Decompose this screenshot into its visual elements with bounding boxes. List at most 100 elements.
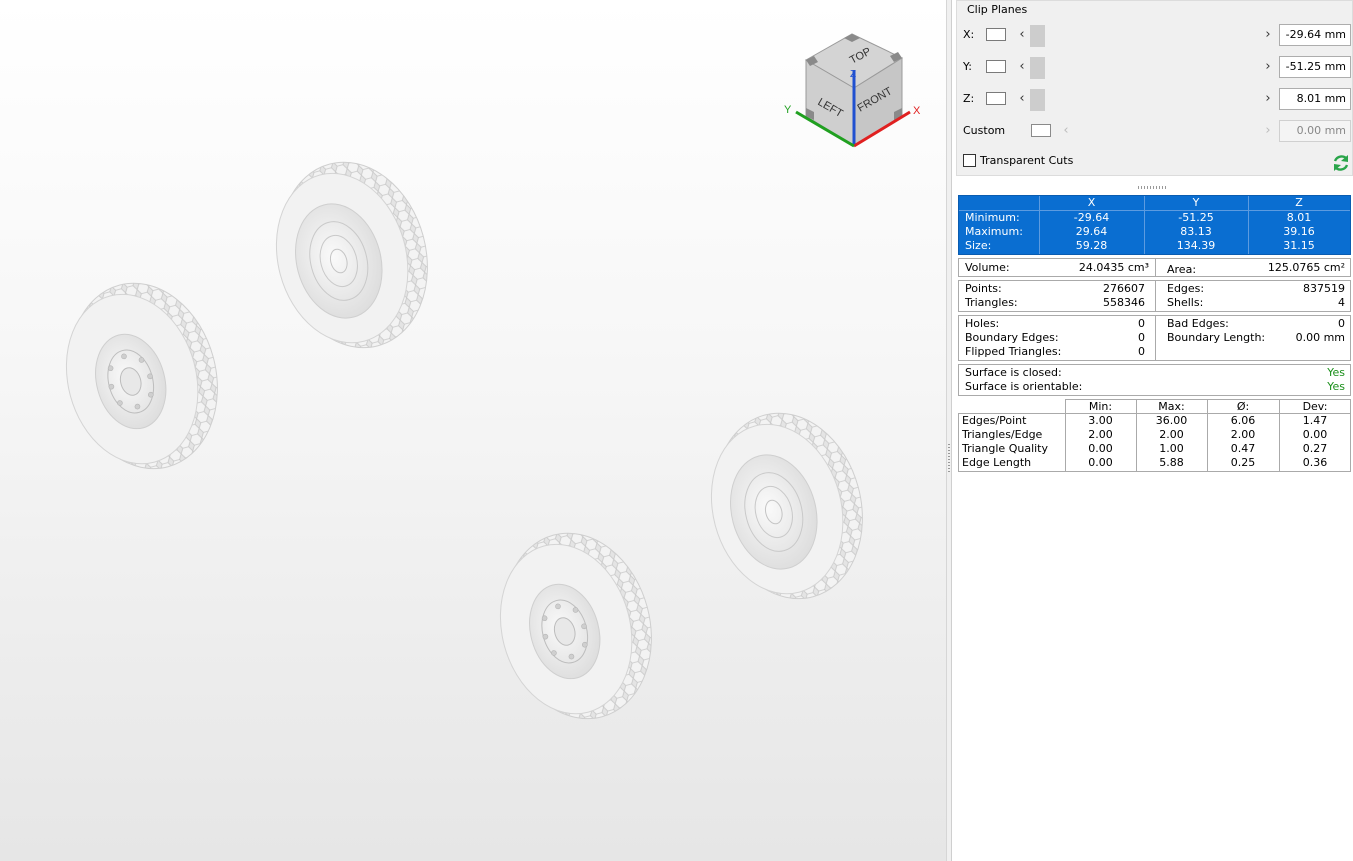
quality-header-dev: Dev: (1302, 400, 1328, 413)
clip-custom-checkbox[interactable] (1031, 124, 1051, 137)
bbox-row-label: Size: (965, 239, 992, 252)
slider-left-arrow[interactable]: ‹ (1015, 58, 1029, 76)
axis-x-label: X (913, 105, 921, 117)
boundary-length-value: 0.00 mm (1295, 331, 1345, 344)
quality-cell: 5.88 (1159, 456, 1184, 469)
bounding-box-table[interactable]: X Y Z Minimum: -29.64 -51.25 8.01 Maximu… (958, 195, 1351, 255)
bbox-cell: 134.39 (1176, 239, 1216, 252)
slider-left-arrow[interactable]: ‹ (1015, 90, 1029, 108)
bbox-cell: 39.16 (1283, 225, 1315, 238)
3d-viewport[interactable]: TOP LEFT FRONT Z X Y (0, 0, 946, 861)
quality-cell: 0.00 (1088, 456, 1113, 469)
clip-row-z: Z: ‹ › 8.01 mm (957, 88, 1353, 111)
transparent-cuts-checkbox[interactable] (963, 154, 976, 167)
surface-orientable-value: Yes (1327, 380, 1345, 393)
bbox-row-label: Maximum: (965, 225, 1023, 238)
points-label: Points: (965, 282, 1002, 295)
clip-z-value-input[interactable]: 8.01 mm (1279, 88, 1351, 110)
errors-table: Holes: 0 Boundary Edges: 0 Flipped Trian… (958, 315, 1351, 361)
quality-header-max: Max: (1158, 400, 1185, 413)
quality-cell: 0.27 (1302, 442, 1328, 455)
quality-cell: 36.00 (1155, 414, 1188, 427)
slider-right-arrow[interactable]: › (1261, 90, 1275, 108)
horizontal-splitter-grip[interactable] (1138, 186, 1168, 189)
splitter-grip (948, 444, 950, 474)
quality-row-label: Triangles/Edge (962, 428, 1043, 441)
quality-cell: 0.25 (1230, 456, 1256, 469)
surface-closed-label: Surface is closed: (965, 366, 1062, 379)
quality-cell: 0.00 (1302, 428, 1328, 441)
wheel-model (275, 161, 428, 349)
triangles-label: Triangles: (965, 296, 1018, 309)
clip-z-checkbox[interactable] (986, 92, 1006, 105)
mesh-counts-table: Points: 276607 Triangles: 558346 Edges: … (958, 280, 1351, 312)
quality-header-min: Min: (1088, 400, 1113, 413)
clip-planes-group: Clip Planes X: ‹ › -29.64 mm Y: ‹ › -51.… (956, 0, 1353, 176)
clip-y-slider-thumb[interactable] (1030, 57, 1045, 79)
shells-label: Shells: (1167, 296, 1204, 309)
clip-y-label: Y: (963, 60, 972, 73)
transparent-cuts-label: Transparent Cuts (980, 154, 1074, 167)
wheel-model (65, 282, 218, 470)
bbox-header-z: Z (1295, 196, 1303, 209)
flipped-triangles-value: 0 (1138, 345, 1145, 358)
surface-closed-value: Yes (1327, 366, 1345, 379)
bbox-cell: -51.25 (1178, 211, 1214, 224)
quality-header-avg: Ø: (1236, 400, 1250, 413)
holes-label: Holes: (965, 317, 1000, 330)
slider-right-arrow[interactable]: › (1261, 58, 1275, 76)
clip-planes-title: Clip Planes (965, 3, 1030, 16)
axis-z-label: Z (850, 69, 856, 80)
quality-cell: 6.06 (1230, 414, 1256, 427)
refresh-icon[interactable] (1331, 153, 1351, 173)
surface-table: Surface is closed: Yes Surface is orient… (958, 364, 1351, 396)
bbox-cell: 59.28 (1075, 239, 1108, 252)
volume-label: Volume: (965, 261, 1010, 274)
clip-x-value-input[interactable]: -29.64 mm (1279, 24, 1351, 46)
bad-edges-value: 0 (1338, 317, 1345, 330)
slider-right-arrow[interactable]: › (1261, 122, 1275, 140)
shells-value: 4 (1338, 296, 1345, 309)
quality-cell: 2.00 (1230, 428, 1256, 441)
area-value: 125.0765 cm² (1267, 261, 1345, 274)
boundary-edges-value: 0 (1138, 331, 1145, 344)
quality-cell: 0.47 (1230, 442, 1256, 455)
quality-row-label: Edges/Point (962, 414, 1027, 427)
slider-right-arrow[interactable]: › (1261, 26, 1275, 44)
bbox-cell: 83.13 (1180, 225, 1212, 238)
clip-y-checkbox[interactable] (986, 60, 1006, 73)
surface-orientable-label: Surface is orientable: (965, 380, 1083, 393)
clip-x-slider-thumb[interactable] (1030, 25, 1045, 47)
clip-row-y: Y: ‹ › -51.25 mm (957, 56, 1353, 79)
clip-y-value-input[interactable]: -51.25 mm (1279, 56, 1351, 78)
quality-cell: 1.00 (1159, 442, 1184, 455)
boundary-length-label: Boundary Length: (1167, 331, 1266, 344)
volume-area-table: Volume: 24.0435 cm³ Area: 125.0765 cm² (958, 258, 1351, 277)
wheel-model (710, 412, 863, 600)
bbox-cell: 31.15 (1283, 239, 1315, 252)
slider-left-arrow[interactable]: ‹ (1015, 26, 1029, 44)
slider-left-arrow[interactable]: ‹ (1059, 122, 1073, 140)
quality-cell: 1.47 (1302, 414, 1328, 427)
properties-panel: Clip Planes X: ‹ › -29.64 mm Y: ‹ › -51.… (952, 0, 1353, 861)
quality-cell: 0.00 (1088, 442, 1113, 455)
triangles-value: 558346 (1103, 296, 1145, 309)
quality-cell: 2.00 (1088, 428, 1113, 441)
navigation-cube[interactable]: TOP LEFT FRONT Z X Y (782, 30, 932, 150)
holes-value: 0 (1138, 317, 1145, 330)
bbox-cell: 8.01 (1286, 211, 1312, 224)
volume-value: 24.0435 cm³ (1078, 261, 1149, 274)
edges-label: Edges: (1167, 282, 1205, 295)
bbox-row-label: Minimum: (965, 211, 1020, 224)
clip-row-custom: Custom ‹ › 0.00 mm (957, 120, 1353, 142)
boundary-edges-label: Boundary Edges: (965, 331, 1059, 344)
quality-row-label: Triangle Quality (962, 442, 1049, 455)
quality-table: Min: Max: Ø: Dev: Edges/Point 3.00 36.00… (958, 399, 1351, 472)
bad-edges-label: Bad Edges: (1167, 317, 1229, 330)
clip-x-checkbox[interactable] (986, 28, 1006, 41)
clip-custom-label: Custom (963, 124, 1006, 137)
clip-z-slider-thumb[interactable] (1030, 89, 1045, 111)
quality-cell: 2.00 (1159, 428, 1184, 441)
points-value: 276607 (1103, 282, 1145, 295)
clip-custom-value-input[interactable]: 0.00 mm (1279, 120, 1351, 142)
